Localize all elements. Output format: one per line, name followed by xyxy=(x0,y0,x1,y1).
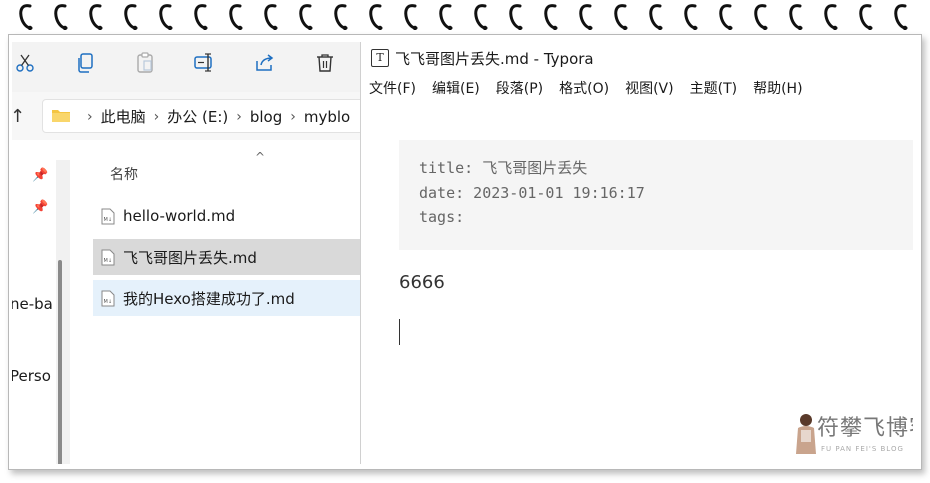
breadcrumb-blog[interactable]: blog xyxy=(250,108,282,126)
binding-ring xyxy=(788,2,804,30)
front-matter-title: title: 飞飞哥图片丢失 xyxy=(419,159,588,177)
markdown-file-icon: M↓ xyxy=(101,208,115,224)
breadcrumb-separator: › xyxy=(236,108,242,125)
spiral-binding xyxy=(0,0,930,36)
watermark-figure-icon xyxy=(796,414,816,454)
menu-theme[interactable]: 主题(T) xyxy=(690,78,737,104)
body-paragraph[interactable]: 6666 xyxy=(399,272,445,293)
navigation-pane: 📌 📌 ne-ba Perso xyxy=(12,140,70,464)
file-explorer-window: ↑ › 此电脑 › 办公 (E:) › blog › myblo 📌 📌 ne-… xyxy=(12,42,360,464)
binding-ring xyxy=(648,2,664,30)
nav-scrollbar[interactable] xyxy=(56,160,70,464)
text-cursor xyxy=(399,319,400,345)
file-row[interactable]: M↓ hello-world.md xyxy=(93,198,360,234)
share-icon[interactable] xyxy=(252,50,278,76)
rename-icon[interactable] xyxy=(192,50,218,76)
markdown-file-icon: M↓ xyxy=(101,290,115,306)
nav-scrollbar-thumb[interactable] xyxy=(58,260,62,464)
svg-text:M↓: M↓ xyxy=(104,299,113,305)
binding-ring xyxy=(298,2,314,30)
menu-view[interactable]: 视图(V) xyxy=(625,78,674,104)
address-bar[interactable]: › 此电脑 › 办公 (E:) › blog › myblo xyxy=(42,99,360,133)
typora-logo-icon: T xyxy=(371,49,389,67)
binding-ring xyxy=(123,2,139,30)
binding-ring xyxy=(53,2,69,30)
watermark: 符攀飞博客 FU PAN FEI'S BLOG xyxy=(791,408,913,460)
binding-ring xyxy=(263,2,279,30)
svg-text:M↓: M↓ xyxy=(104,217,113,223)
command-bar xyxy=(12,42,360,86)
sort-ascending-icon[interactable]: ^ xyxy=(255,150,265,164)
file-row-hover[interactable]: M↓ 我的Hexo搭建成功了.md xyxy=(93,280,360,316)
breadcrumb: › 此电脑 › 办公 (E:) › blog › myblo xyxy=(51,106,350,127)
file-name: hello-world.md xyxy=(123,207,236,225)
binding-ring xyxy=(508,2,524,30)
window-title: 飞飞哥图片丢失.md - Typora xyxy=(395,50,594,68)
delete-icon[interactable] xyxy=(312,50,338,76)
binding-ring xyxy=(193,2,209,30)
breadcrumb-separator: › xyxy=(290,108,296,125)
menu-paragraph[interactable]: 段落(P) xyxy=(496,78,543,104)
front-matter-tags: tags: xyxy=(419,208,465,226)
binding-ring xyxy=(403,2,419,30)
binding-ring xyxy=(368,2,384,30)
binding-ring xyxy=(893,2,909,30)
nav-item-personal[interactable]: Perso xyxy=(12,367,51,385)
address-row: ↑ › 此电脑 › 办公 (E:) › blog › myblo xyxy=(12,92,360,140)
file-name: 飞飞哥图片丢失.md xyxy=(123,248,257,267)
binding-ring xyxy=(333,2,349,30)
menu-file[interactable]: 文件(F) xyxy=(369,78,416,104)
pin-icon: 📌 xyxy=(32,200,49,215)
menu-format[interactable]: 格式(O) xyxy=(559,78,609,104)
column-header-name[interactable]: 名称 xyxy=(110,164,138,184)
breadcrumb-separator: › xyxy=(153,108,160,125)
binding-ring xyxy=(438,2,454,30)
binding-ring xyxy=(823,2,839,30)
cut-icon[interactable] xyxy=(12,50,38,76)
menu-help[interactable]: 帮助(H) xyxy=(753,78,802,104)
up-arrow-icon[interactable]: ↑ xyxy=(12,106,25,127)
markdown-file-icon: M↓ xyxy=(101,249,115,265)
binding-ring xyxy=(578,2,594,30)
pin-icon: 📌 xyxy=(32,168,49,183)
svg-text:M↓: M↓ xyxy=(104,258,113,264)
breadcrumb-separator: › xyxy=(87,108,93,125)
binding-ring xyxy=(88,2,104,30)
binding-ring xyxy=(753,2,769,30)
watermark-text: 符攀飞博客 xyxy=(817,416,913,441)
typora-window: T 飞飞哥图片丢失.md - Typora 文件(F) 编辑(E) 段落(P) … xyxy=(360,42,913,464)
binding-ring xyxy=(158,2,174,30)
menu-bar: 文件(F) 编辑(E) 段落(P) 格式(O) 视图(V) 主题(T) 帮助(H… xyxy=(361,78,913,104)
explorer-content: 📌 📌 ne-ba Perso ^ 名称 M↓ hello-world.md M… xyxy=(12,140,360,464)
folder-icon xyxy=(51,107,71,127)
yaml-front-matter[interactable]: title: 飞飞哥图片丢失 date: 2023-01-01 19:16:17… xyxy=(399,140,913,250)
breadcrumb-drive-e[interactable]: 办公 (E:) xyxy=(167,106,228,127)
front-matter-date: date: 2023-01-01 19:16:17 xyxy=(419,183,645,202)
binding-ring xyxy=(543,2,559,30)
binding-ring xyxy=(718,2,734,30)
file-name: 我的Hexo搭建成功了.md xyxy=(123,289,295,308)
binding-ring xyxy=(683,2,699,30)
copy-icon[interactable] xyxy=(72,50,98,76)
binding-ring xyxy=(228,2,244,30)
watermark-subtext: FU PAN FEI'S BLOG xyxy=(821,445,904,453)
breadcrumb-this-pc[interactable]: 此电脑 xyxy=(101,106,146,127)
breadcrumb-myblog[interactable]: myblo xyxy=(304,108,350,126)
binding-ring xyxy=(18,2,34,30)
paste-icon[interactable] xyxy=(132,50,158,76)
title-bar: T 飞飞哥图片丢失.md - Typora xyxy=(361,42,913,74)
nav-item-onedrive[interactable]: ne-ba xyxy=(12,295,53,313)
menu-edit[interactable]: 编辑(E) xyxy=(432,78,480,104)
binding-ring xyxy=(858,2,874,30)
binding-ring xyxy=(613,2,629,30)
file-row-selected[interactable]: M↓ 飞飞哥图片丢失.md xyxy=(93,239,360,275)
binding-ring xyxy=(473,2,489,30)
